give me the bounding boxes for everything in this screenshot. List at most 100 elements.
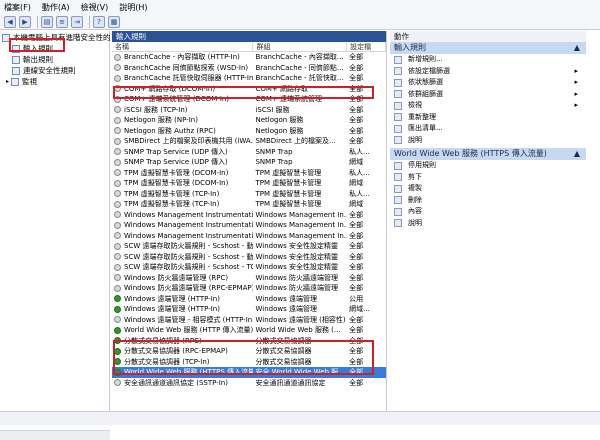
- column-group[interactable]: 群組: [253, 42, 348, 51]
- console-tree: 本機電腦上具有進階安全性的 W 輸入規則 輸出規則 連線安全性規則 ▸ 監視: [0, 31, 120, 440]
- table-row[interactable]: Windows Management Instrumentatio... Wind…: [112, 210, 386, 221]
- rule-name-cell: Netlogon 服務 Authz (RPC): [112, 126, 253, 137]
- rule-profile: 全部: [349, 242, 364, 250]
- connection-security-icon: [12, 66, 20, 75]
- table-row[interactable]: SCW 遠端存取防火牆規則 - Scshost - 動... Windows 安全…: [112, 241, 386, 252]
- export-icon[interactable]: ⇥: [71, 15, 83, 28]
- tree-item-monitoring[interactable]: ▸ 監視: [6, 76, 37, 87]
- table-row[interactable]: BranchCache - 內容擷取 (HTTP-In) BranchCache …: [112, 52, 386, 63]
- table-row[interactable]: SNMP Trap Service (UDP 傳入) SNMP Trap 私人...: [112, 147, 386, 158]
- action-item[interactable]: 剪下: [390, 172, 586, 184]
- rule-name: SCW 遠端存取防火牆規則 - Scshost - 動...: [124, 252, 254, 261]
- rule-group: COM+ 遠端系統管理: [255, 95, 323, 103]
- tree-item-outbound-rules[interactable]: 輸出規則: [12, 54, 53, 65]
- disabled-rule-icon: [114, 116, 121, 124]
- enabled-rule-icon: [114, 368, 121, 376]
- back-icon[interactable]: ◀: [4, 15, 16, 28]
- menu-action[interactable]: 動作(A): [42, 2, 70, 13]
- menu-help[interactable]: 說明(H): [119, 2, 147, 13]
- actions-section-inbound[interactable]: 輸入規則 ▲: [390, 42, 586, 54]
- rule-profile: 全部: [349, 95, 364, 103]
- action-item[interactable]: 依狀態篩選 ▸: [390, 77, 586, 89]
- rule-profile: 全部: [349, 221, 364, 229]
- rule-name-cell: TPM 虛擬智慧卡管理 (TCP-In): [112, 189, 253, 200]
- table-row[interactable]: 分散式交易協調器 (TCP-In) 分散式交易協調器 全部: [112, 357, 386, 368]
- menu-view[interactable]: 檢視(V): [81, 2, 109, 13]
- action-item[interactable]: 依設定檔篩選 ▸: [390, 66, 586, 78]
- table-row[interactable]: SMBDirect 上的檔案及印表機共用 (iWA... SMBDirect 上的…: [112, 136, 386, 147]
- properties-icon[interactable]: ▦: [108, 15, 120, 28]
- tree-item-connection-security[interactable]: 連線安全性規則: [12, 65, 76, 76]
- table-row[interactable]: TPM 虛擬智慧卡管理 (TCP-In) TPM 虛擬智慧卡管理 私人...: [112, 189, 386, 200]
- table-row[interactable]: Windows Management Instrumentatio... Wind…: [112, 231, 386, 242]
- rule-name: iSCSI 服務 (TCP-In): [124, 105, 188, 114]
- table-row[interactable]: SNMP Trap Service (UDP 傳入) SNMP Trap 網域: [112, 157, 386, 168]
- action-item[interactable]: 檢視 ▸: [390, 100, 586, 112]
- table-row[interactable]: BranchCache 同儕節點探索 (WSD-In) BranchCache -…: [112, 63, 386, 74]
- table-row[interactable]: SCW 遠端存取防火牆規則 - Scshost - TCP Windows 安全性…: [112, 262, 386, 273]
- show-tree-icon[interactable]: ▤: [41, 15, 53, 28]
- table-row[interactable]: Windows 防火牆遠端管理 (RPC-EPMAP) Windows 防火牆遠端…: [112, 283, 386, 294]
- help-icon[interactable]: ?: [93, 15, 105, 28]
- table-row[interactable]: World Wide Web 服務 (HTTP 傳入流量) World Wide …: [112, 325, 386, 336]
- rule-group: Windows Management In...: [255, 221, 348, 229]
- properties-icon: [394, 207, 402, 216]
- table-row[interactable]: Windows 遠端管理 (HTTP-In) Windows 遠端管理 公用: [112, 294, 386, 305]
- rule-profile: 全部: [349, 126, 364, 135]
- rule-name-cell: iSCSI 服務 (TCP-In): [112, 105, 253, 116]
- rule-name-cell: TPM 虛擬智慧卡管理 (TCP-In): [112, 199, 253, 210]
- table-row[interactable]: COM+ 網路存取 (DCOM-In) COM+ 網路存取 全部: [112, 84, 386, 95]
- rule-name: SCW 遠端存取防火牆規則 - Scshost - 動...: [124, 242, 254, 250]
- table-row[interactable]: TPM 虛擬智慧卡管理 (TCP-In) TPM 虛擬智慧卡管理 網域: [112, 199, 386, 210]
- table-row[interactable]: Windows 防火牆遠端管理 (RPC) Windows 防火牆遠端管理 全部: [112, 273, 386, 284]
- table-row[interactable]: 安全通訊通道通訊協定 (SSTP-In) 安全通訊通道通訊協定 全部: [112, 378, 386, 389]
- enabled-rule-icon: [114, 295, 121, 303]
- rule-profile: 全部: [349, 357, 364, 366]
- expand-arrow-icon[interactable]: ▸: [6, 78, 9, 85]
- action-item[interactable]: 重新整理: [390, 112, 586, 124]
- tree-root[interactable]: 本機電腦上具有進階安全性的 W: [2, 32, 120, 43]
- section-label: World Wide Web 服務 (HTTPS 傳入流量): [394, 149, 547, 158]
- rule-name: 安全通訊通道通訊協定 (SSTP-In): [124, 378, 228, 387]
- table-row[interactable]: Windows 遠端管理 (HTTP-In) Windows 遠端管理 網域...: [112, 304, 386, 315]
- disabled-rule-icon: [114, 148, 121, 156]
- table-row[interactable]: iSCSI 服務 (TCP-In) iSCSI 服務 全部: [112, 105, 386, 116]
- menu-file[interactable]: 檔案(F): [4, 2, 31, 13]
- forward-icon[interactable]: ▶: [19, 15, 31, 28]
- action-item[interactable]: 停用規則: [390, 160, 586, 172]
- table-row[interactable]: TPM 虛擬智慧卡管理 (DCOM-In) TPM 虛擬智慧卡管理 網域: [112, 178, 386, 189]
- table-row[interactable]: TPM 虛擬智慧卡管理 (DCOM-In) TPM 虛擬智慧卡管理 私人...: [112, 168, 386, 179]
- rule-name-cell: Windows 防火牆遠端管理 (RPC): [112, 273, 253, 284]
- rule-name: 分散式交易協調器 (TCP-In): [124, 357, 210, 366]
- table-row[interactable]: BranchCache 託管快取伺服器 (HTTP-In) BranchCache…: [112, 73, 386, 84]
- column-profile[interactable]: 設定檔: [347, 42, 386, 51]
- action-item[interactable]: 說明: [390, 218, 586, 230]
- table-row[interactable]: World Wide Web 服務 (HTTPS 傳入流量) 安全 World W…: [112, 367, 386, 378]
- column-name[interactable]: 名稱: [112, 42, 254, 51]
- table-row[interactable]: Windows 遠端管理 - 相容模式 (HTTP-In) Windows 遠端管…: [112, 315, 386, 326]
- table-row[interactable]: Windows Management Instrumentatio... Wind…: [112, 220, 386, 231]
- action-item[interactable]: 匯出清單...: [390, 123, 586, 135]
- action-item[interactable]: 內容: [390, 206, 586, 218]
- collapse-icon[interactable]: ▲: [574, 42, 580, 54]
- rule-name-cell: Windows Management Instrumentatio...: [112, 220, 253, 231]
- table-row[interactable]: Netlogon 服務 Authz (RPC) Netlogon 服務 全部: [112, 126, 386, 137]
- table-row[interactable]: 分散式交易協調器 (RPC-EPMAP) 分散式交易協調器 全部: [112, 346, 386, 357]
- horizontal-scrollbar[interactable]: [0, 430, 110, 440]
- action-item[interactable]: 依群組篩選 ▸: [390, 89, 586, 101]
- action-item[interactable]: 複製: [390, 183, 586, 195]
- action-label: 匯出清單...: [408, 124, 443, 132]
- tree-item-inbound-rules[interactable]: 輸入規則: [12, 43, 53, 54]
- rule-profile: 網域: [349, 200, 364, 208]
- table-row[interactable]: COM+ 遠端系統管理 (DCOM-In) COM+ 遠端系統管理 全部: [112, 94, 386, 105]
- action-item[interactable]: 刪除: [390, 195, 586, 207]
- list-icon[interactable]: ≡: [56, 15, 68, 28]
- table-row[interactable]: Netlogon 服務 (NP-In) Netlogon 服務 全部: [112, 115, 386, 126]
- action-item[interactable]: 說明: [390, 135, 586, 147]
- actions-section-rule[interactable]: World Wide Web 服務 (HTTPS 傳入流量) ▲: [390, 148, 586, 160]
- collapse-icon[interactable]: ▲: [574, 148, 580, 160]
- action-item[interactable]: 新增規則...: [390, 54, 586, 66]
- toolbar: ◀ ▶ ▤ ≡ ⇥ ? ▦: [0, 14, 600, 30]
- table-row[interactable]: SCW 遠端存取防火牆規則 - Scshost - 動... Windows 安全…: [112, 252, 386, 263]
- table-row[interactable]: 分散式交易協調器 (RPC) 分散式交易協調器 全部: [112, 336, 386, 347]
